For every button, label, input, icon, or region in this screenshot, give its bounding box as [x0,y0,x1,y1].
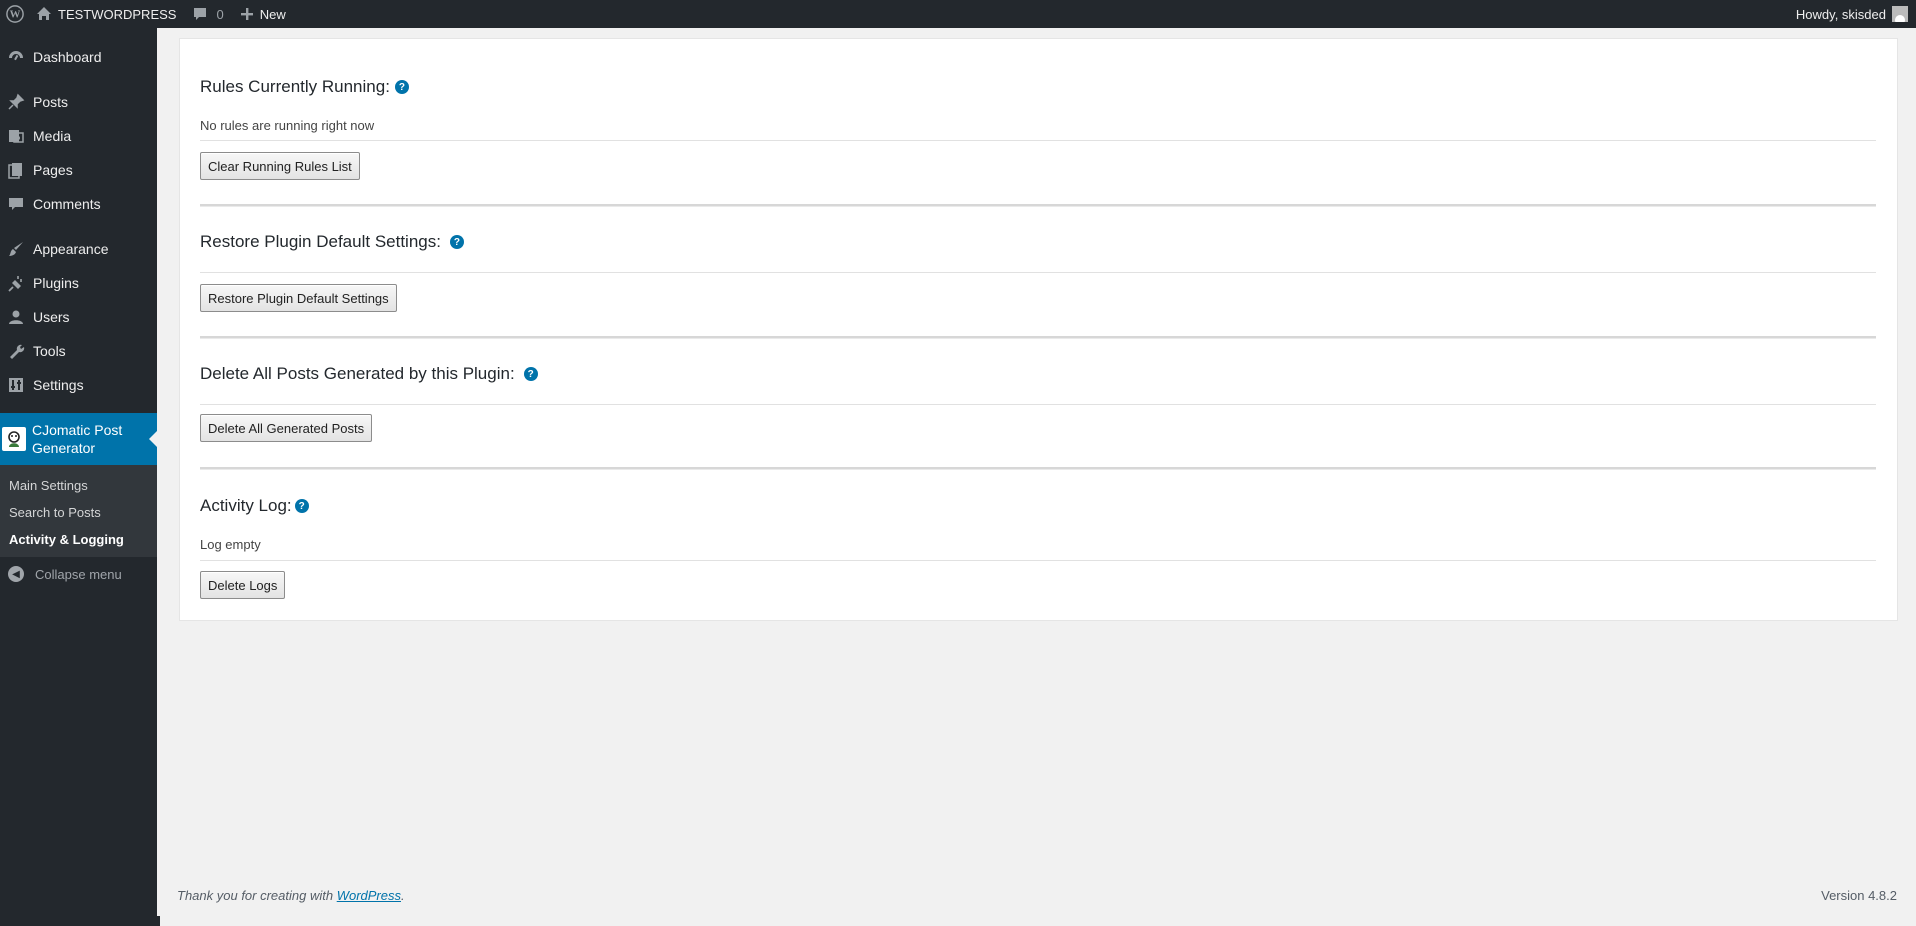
submenu-item-main-settings[interactable]: Main Settings [0,472,157,499]
new-content-link[interactable]: New [232,0,294,28]
section-divider [200,467,1876,470]
submenu-item-activity-logging[interactable]: Activity & Logging [0,526,157,553]
cjomatic-submenu: Main Settings Search to Posts Activity &… [0,465,157,557]
comment-icon [6,194,26,214]
sidebar-item-label: Comments [33,196,101,212]
svg-text:W: W [10,9,21,21]
divider [200,140,1876,141]
sidebar-item-pages[interactable]: Pages [0,153,157,187]
sidebar-item-label: Users [33,309,70,325]
sidebar-item-label: Settings [33,377,84,393]
sidebar-item-label: Dashboard [33,49,102,65]
divider [200,560,1876,561]
sidebar-item-label: Appearance [33,241,109,257]
site-name-link[interactable]: TESTWORDPRESS [28,0,184,28]
site-name: TESTWORDPRESS [58,6,177,22]
cjomatic-logo-icon [2,427,26,451]
sidebar-item-label: CJomatic Post [32,422,123,438]
section-divider [200,204,1876,207]
sidebar-item-plugins[interactable]: Plugins [0,266,157,300]
restore-defaults-section: Restore Plugin Default Settings: ? [200,232,1876,252]
help-icon[interactable]: ? [523,367,538,381]
sidebar-item-label: Media [33,128,72,144]
pin-icon [6,92,26,112]
sidebar-item-posts[interactable]: Posts [0,85,157,119]
section-title: Restore Plugin Default Settings: [200,232,441,251]
sidebar-item-label: Generator [32,440,96,456]
log-status-text: Log empty [200,537,261,552]
comments-link[interactable]: 0 [184,0,231,28]
sidebar-item-media[interactable]: Media [0,119,157,153]
wrench-icon [6,341,26,361]
sidebar-item-label: Tools [33,343,66,359]
sidebar-item-cjomatic[interactable]: CJomatic Post Generator [0,413,157,465]
pages-icon [6,160,26,180]
section-divider [200,336,1876,339]
collapse-menu-label: Collapse menu [35,566,122,582]
dashboard-icon [6,47,26,67]
clear-running-rules-button[interactable]: Clear Running Rules List [200,152,360,180]
section-title: Activity Log: [200,496,292,515]
help-icon[interactable]: ? [449,235,464,249]
admin-sidebar: Dashboard Posts Media Pages Comments App… [0,28,157,926]
my-account-link[interactable]: Howdy, skisded [1788,0,1916,28]
collapse-arrow-icon: ◀ [8,566,24,582]
sidebar-item-label: Posts [33,94,69,110]
divider [200,404,1876,405]
sidebar-edge [157,916,160,926]
collapse-menu-button[interactable]: ◀ Collapse menu [0,557,157,591]
sidebar-item-label: Pages [33,162,73,178]
submenu-item-search-to-posts[interactable]: Search to Posts [0,499,157,526]
delete-posts-section: Delete All Posts Generated by this Plugi… [200,364,1876,384]
howdy-text: Howdy, skisded [1795,6,1886,22]
version-text: Version 4.8.2 [1821,888,1897,903]
sidebar-item-appearance[interactable]: Appearance [0,232,157,266]
restore-default-settings-button[interactable]: Restore Plugin Default Settings [200,284,397,312]
delete-logs-button[interactable]: Delete Logs [200,571,286,599]
section-title: Rules Currently Running: [200,77,390,96]
media-icon [6,126,26,146]
activity-log-section: Activity Log: ? [200,496,1876,516]
brush-icon [6,239,26,259]
help-icon[interactable]: ? [294,499,309,513]
footer-thanks: Thank you for creating with WordPress. [177,888,405,903]
sidebar-item-dashboard[interactable]: Dashboard [0,40,157,74]
comment-bubble-icon [192,6,208,22]
sidebar-item-users[interactable]: Users [0,300,157,334]
help-icon[interactable]: ? [394,80,409,94]
section-title: Delete All Posts Generated by this Plugi… [200,364,515,383]
plus-icon [240,7,254,21]
admin-footer: Thank you for creating with WordPress. V… [177,888,1897,903]
home-icon [36,6,52,22]
rules-running-section: Rules Currently Running: ? [200,77,1876,97]
wordpress-logo-icon[interactable]: W [0,0,28,28]
wordpress-link[interactable]: WordPress [337,888,401,903]
plug-icon [6,273,26,293]
avatar [1892,6,1908,22]
delete-generated-posts-button[interactable]: Delete All Generated Posts [200,414,373,442]
settings-icon [6,375,26,395]
sidebar-item-comments[interactable]: Comments [0,187,157,221]
sidebar-item-label: Plugins [33,275,79,291]
divider [200,272,1876,273]
settings-panel: Rules Currently Running: ? No rules are … [179,38,1898,621]
sidebar-item-tools[interactable]: Tools [0,334,157,368]
user-icon [6,307,26,327]
admin-bar: W TESTWORDPRESS 0 New Howdy, skisded [0,0,1916,28]
comments-count: 0 [216,6,224,22]
new-label: New [259,6,286,22]
sidebar-item-settings[interactable]: Settings [0,368,157,402]
rules-status-text: No rules are running right now [200,118,375,133]
